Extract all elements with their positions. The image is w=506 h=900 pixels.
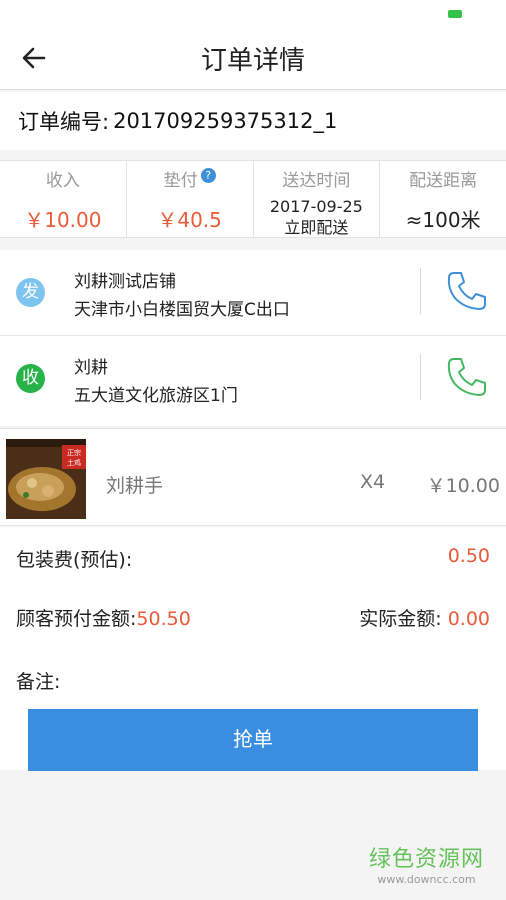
stat-income-value: ￥10.00 xyxy=(24,208,102,232)
prepaid-label: 顾客预付金额: xyxy=(16,608,137,630)
order-stats: 收入 ￥10.00 垫付? ￥40.5 送达时间 2017-09-25 立即配送… xyxy=(0,160,506,238)
packing-fee-value: 0.50 xyxy=(447,545,490,567)
stat-delivery-time-label: 送达时间 xyxy=(282,171,351,191)
stat-delivery-time: 送达时间 2017-09-25 立即配送 xyxy=(254,161,381,237)
battery-icon xyxy=(448,10,462,18)
stat-advance: 垫付? ￥40.5 xyxy=(127,161,254,237)
stat-delivery-mode: 立即配送 xyxy=(284,218,349,237)
stat-distance: 配送距离 ≈100米 xyxy=(380,161,506,237)
stat-distance-value: ≈100米 xyxy=(405,208,481,232)
sender-phone-icon[interactable] xyxy=(444,268,490,314)
stat-income-label: 收入 xyxy=(45,171,80,191)
stat-advance-label: 垫付 xyxy=(163,171,198,191)
product-price: ￥10.00 xyxy=(426,475,500,497)
actual-value: 0.00 xyxy=(447,608,490,630)
packing-fee-row: 包装费(预估): 0.50 xyxy=(16,545,490,572)
order-number-value: 201709259375312_1 xyxy=(113,109,338,133)
receiver-name: 刘耕 xyxy=(74,358,108,378)
page-title: 订单详情 xyxy=(200,46,305,76)
product-thumbnail: 正宗 土鸡 xyxy=(6,439,86,519)
stat-delivery-date: 2017-09-25 xyxy=(269,197,363,216)
actual-label: 实际金额: xyxy=(359,608,442,630)
sender-row: 发 刘耕测试店铺 天津市小白楼国贸大厦C出口 xyxy=(0,250,506,336)
sender-address: 天津市小白楼国贸大厦C出口 xyxy=(74,300,290,320)
receiver-address: 五大道文化旅游区1门 xyxy=(74,386,238,406)
sender-name: 刘耕测试店铺 xyxy=(74,272,176,292)
divider xyxy=(420,268,421,314)
receiver-badge: 收 xyxy=(16,364,45,393)
thumb-label-bottom: 土鸡 xyxy=(67,458,81,467)
order-number-row: 订单编号: 201709259375312_1 xyxy=(0,92,506,150)
product-quantity: X4 xyxy=(360,471,386,493)
product-row: 正宗 土鸡 刘耕手 X4 ￥10.00 xyxy=(0,428,506,526)
prepaid-value: 50.50 xyxy=(136,608,191,630)
stat-distance-label: 配送距离 xyxy=(409,171,478,191)
fees-section: 包装费(预估): 0.50 顾客预付金额:50.50 实际金额: 0.00 备注… xyxy=(0,527,506,771)
receiver-row: 收 刘耕 五大道文化旅游区1门 xyxy=(0,336,506,422)
nav-bar: 订单详情 xyxy=(0,26,506,90)
packing-fee-label: 包装费(预估): xyxy=(16,549,133,571)
divider xyxy=(420,354,421,400)
receiver-phone-icon[interactable] xyxy=(444,354,490,400)
stat-income: 收入 ￥10.00 xyxy=(0,161,127,237)
watermark-url: www.downcc.com xyxy=(377,873,476,886)
stat-advance-value: ￥40.5 xyxy=(157,208,222,232)
grab-order-button[interactable]: 抢单 xyxy=(28,709,478,771)
thumb-label-top: 正宗 xyxy=(67,448,81,457)
watermark-title: 绿色资源网 xyxy=(368,847,484,872)
order-number-label: 订单编号: xyxy=(18,110,110,134)
contacts-section: 发 刘耕测试店铺 天津市小白楼国贸大厦C出口 收 刘耕 五大道文化旅游区1门 xyxy=(0,250,506,426)
sender-badge: 发 xyxy=(16,278,45,307)
status-bar xyxy=(0,0,506,26)
note-label: 备注: xyxy=(16,671,61,693)
watermark: 绿色资源网 www.downcc.com xyxy=(369,841,484,886)
help-icon[interactable]: ? xyxy=(200,168,216,183)
payment-row: 顾客预付金额:50.50 实际金额: 0.00 xyxy=(16,604,490,631)
product-name: 刘耕手 xyxy=(106,475,164,497)
